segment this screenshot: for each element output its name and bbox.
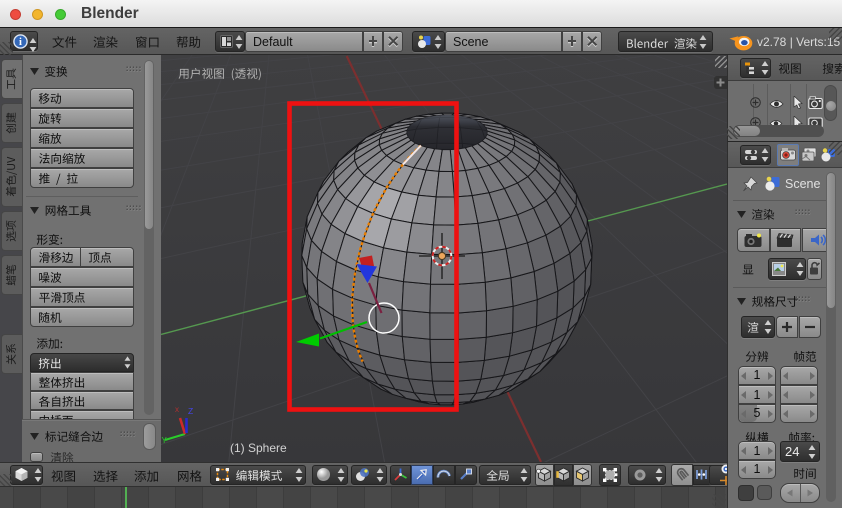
svg-text:x: x (175, 405, 179, 414)
svg-text:i: i (19, 37, 22, 48)
svg-text:Z: Z (188, 406, 193, 416)
svg-text:Y: Y (162, 436, 168, 445)
